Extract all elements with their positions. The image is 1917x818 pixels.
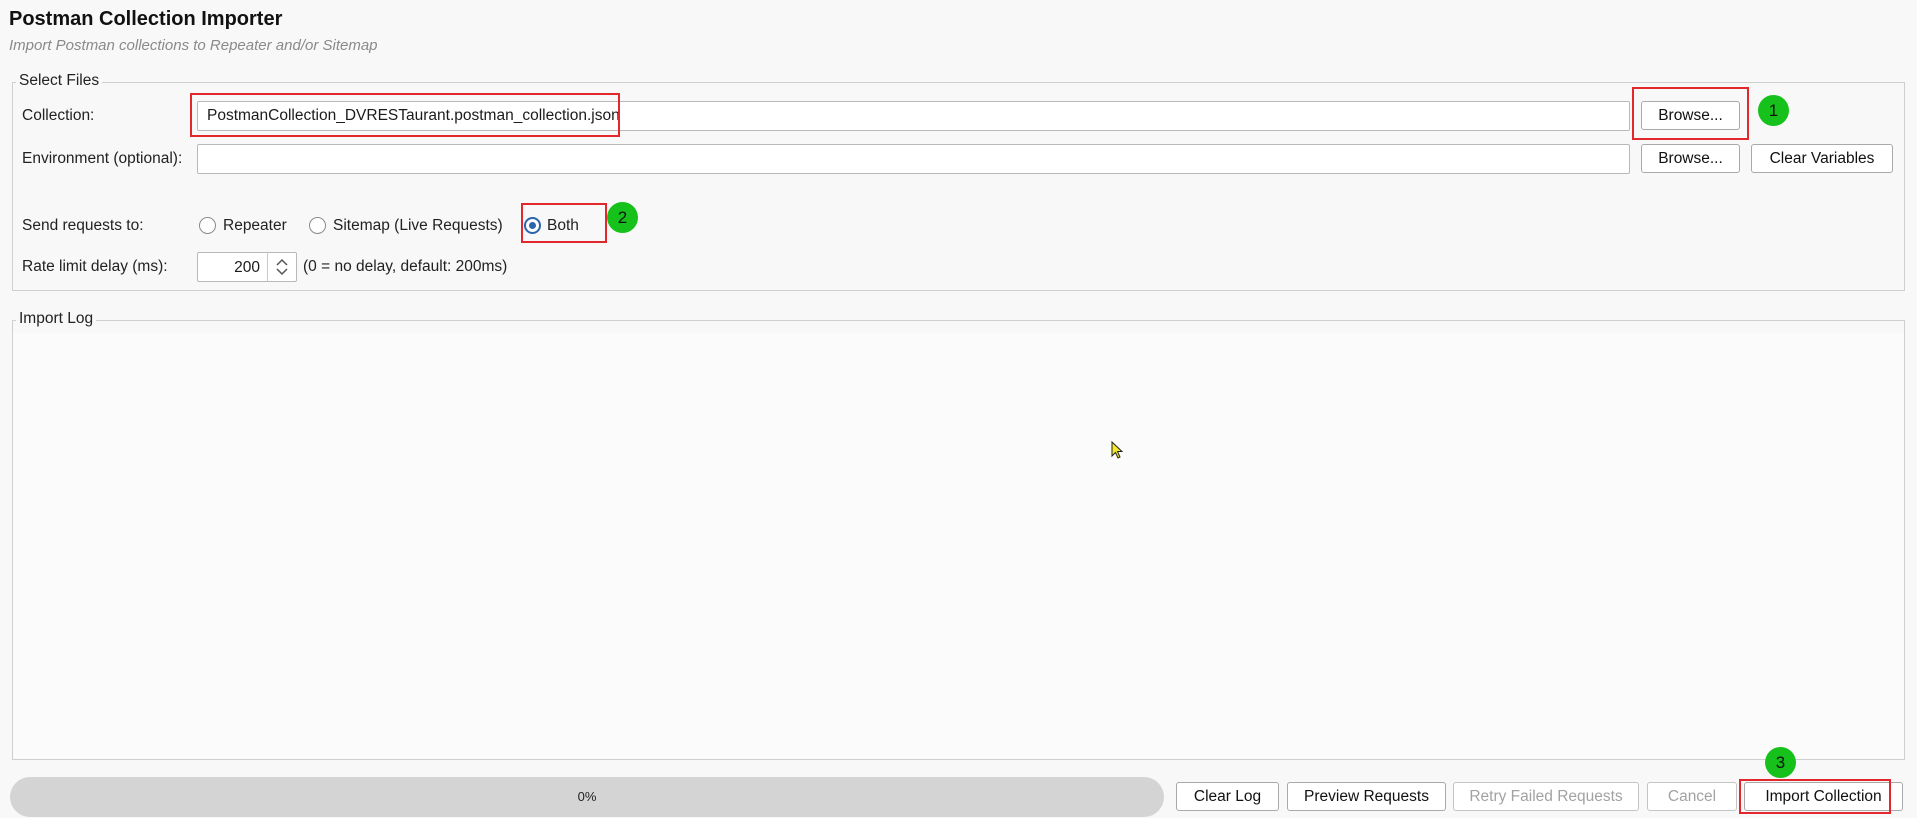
cancel-button[interactable]: Cancel: [1647, 782, 1737, 811]
rate-limit-spinner[interactable]: 200: [197, 252, 297, 282]
environment-field[interactable]: [197, 144, 1630, 174]
clear-log-button[interactable]: Clear Log: [1176, 782, 1279, 811]
select-files-legend: Select Files: [16, 71, 103, 91]
annotation-box-both: [521, 203, 607, 243]
retry-failed-requests-button[interactable]: Retry Failed Requests: [1453, 782, 1639, 811]
import-log-legend: Import Log: [16, 309, 97, 329]
radio-sitemap[interactable]: Sitemap (Live Requests): [309, 216, 509, 236]
annotation-badge-2: 2: [607, 202, 638, 233]
mouse-cursor-icon: [1111, 441, 1124, 459]
environment-label: Environment (optional):: [22, 150, 183, 167]
annotation-box-import: [1739, 779, 1891, 814]
import-log-textarea[interactable]: [13, 333, 1904, 759]
send-to-label: Send requests to:: [22, 217, 144, 234]
annotation-badge-1: 1: [1758, 95, 1789, 126]
spinner-arrows-icon[interactable]: [274, 258, 290, 276]
page-title: Postman Collection Importer: [9, 8, 283, 30]
preview-requests-button[interactable]: Preview Requests: [1287, 782, 1446, 811]
rate-limit-value[interactable]: 200: [234, 258, 260, 278]
spinner-divider: [267, 253, 268, 281]
rate-limit-hint: (0 = no delay, default: 200ms): [303, 258, 508, 275]
collection-label: Collection:: [22, 107, 95, 124]
progress-bar: 0%: [10, 777, 1164, 817]
radio-repeater-label: Repeater: [223, 217, 287, 234]
radio-sitemap-circle: [309, 217, 326, 234]
clear-variables-button[interactable]: Clear Variables: [1751, 144, 1893, 173]
environment-browse-button[interactable]: Browse...: [1641, 144, 1740, 173]
annotation-box-browse: [1632, 87, 1749, 140]
radio-repeater-circle: [199, 217, 216, 234]
rate-limit-label: Rate limit delay (ms):: [22, 258, 168, 275]
radio-repeater[interactable]: Repeater: [199, 216, 309, 236]
page-subtitle: Import Postman collections to Repeater a…: [9, 37, 378, 54]
radio-sitemap-label: Sitemap (Live Requests): [333, 217, 503, 234]
annotation-badge-3: 3: [1765, 747, 1796, 778]
annotation-box-collection: [190, 93, 620, 137]
